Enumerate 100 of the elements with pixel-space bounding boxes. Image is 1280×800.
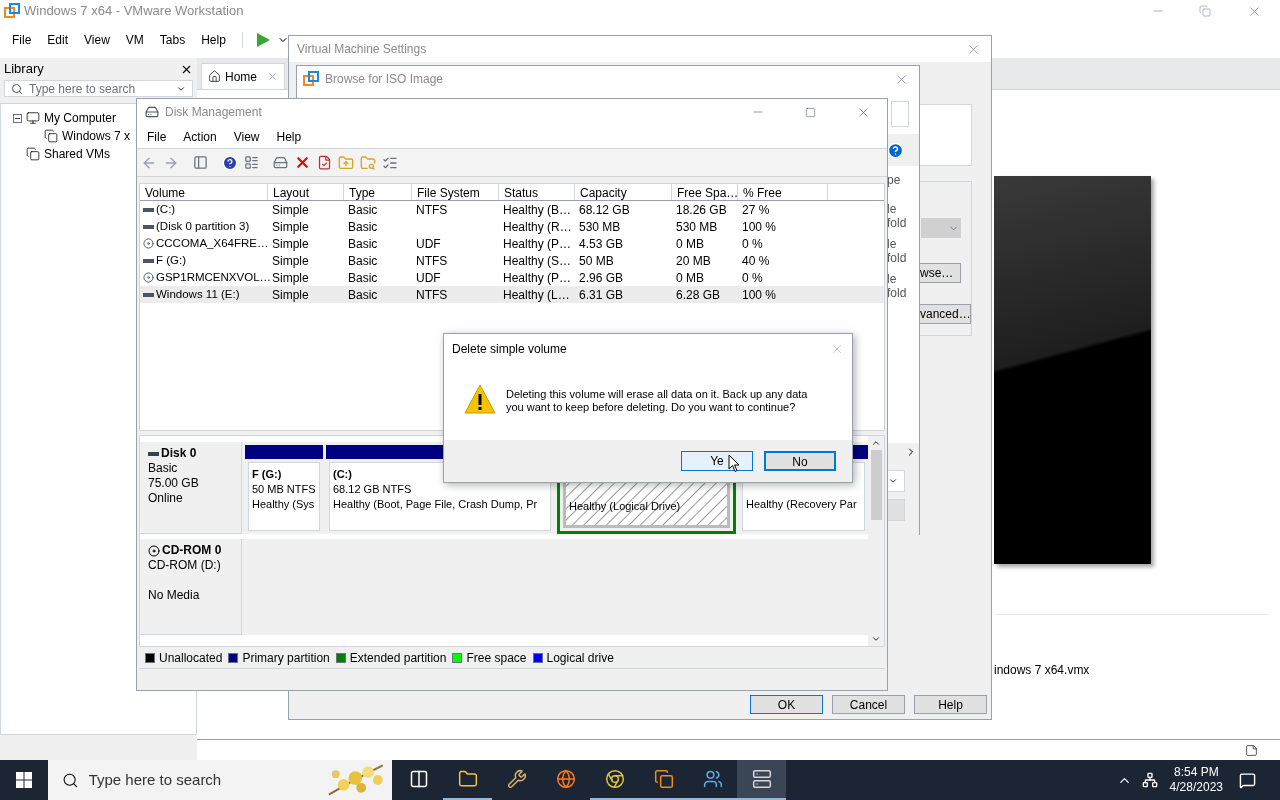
table-cell-text: NTFS bbox=[416, 252, 448, 270]
table-cell-text: NTFS bbox=[416, 201, 448, 219]
partition-info: 50 MB NTFS bbox=[252, 482, 316, 497]
menu-item[interactable]: Edit bbox=[47, 31, 69, 49]
partition-info: Healthy (Logical Drive) bbox=[569, 499, 682, 514]
tree-item[interactable]: Windows 7 x bbox=[62, 127, 131, 145]
menu-item[interactable]: VM bbox=[125, 31, 144, 49]
table-cell-text: 0 % bbox=[742, 269, 763, 287]
table-cell-text: 6.28 GB bbox=[676, 286, 721, 304]
table-cell-text: Healthy (L… bbox=[503, 286, 570, 304]
column-text: le fold bbox=[887, 272, 908, 300]
table-cell-text: (Disk 0 partition 3) bbox=[156, 218, 250, 234]
disk-info: 75.00 GB bbox=[148, 476, 200, 491]
table-cell-text: NTFS bbox=[416, 286, 448, 304]
legend-label: Free space bbox=[466, 649, 527, 667]
disk-name: CD-ROM 0 bbox=[162, 543, 222, 558]
search-input[interactable]: Type here to search bbox=[88, 768, 324, 792]
table-cell-text: UDF bbox=[416, 269, 441, 287]
table-cell-text: CCCOMA_X64FRE… bbox=[156, 235, 269, 251]
disk-label-panel[interactable]: Disk 0 Basic 75.00 GB Online bbox=[140, 442, 242, 534]
dialog-button[interactable]: No bbox=[764, 451, 836, 471]
table-cell-text: 40 % bbox=[742, 252, 770, 270]
tree-item[interactable]: My Computer bbox=[44, 109, 117, 127]
table-cell-text: Windows 11 (E:) bbox=[156, 286, 240, 302]
menu-item[interactable]: File bbox=[12, 31, 32, 49]
dialog-button[interactable]: OK bbox=[750, 695, 823, 714]
window-title: Disk Management bbox=[165, 104, 262, 121]
table-cell-text: Simple bbox=[272, 252, 309, 270]
disk-info: No Media bbox=[148, 588, 201, 603]
column-header[interactable]: Type bbox=[344, 184, 412, 200]
column-text: le fold bbox=[887, 237, 908, 265]
menu-item[interactable]: File bbox=[147, 127, 167, 146]
volume-row[interactable]: Windows 11 (E:) Simple Basic NTFS Healthy (L… 6.31 GB 6.28 GB 100 % bbox=[140, 286, 884, 303]
table-cell-text: Simple bbox=[272, 201, 309, 219]
legend-label: Extended partition bbox=[349, 649, 447, 667]
table-cell-text: Basic bbox=[348, 252, 378, 270]
disk-label-panel[interactable]: CD-ROM 0 CD-ROM (D:) No Media bbox=[140, 539, 242, 635]
table-cell-text: F (G:) bbox=[156, 252, 187, 268]
menu-item[interactable]: Help bbox=[201, 31, 226, 49]
column-header[interactable]: Free Spa… bbox=[672, 184, 738, 200]
table-cell-text: UDF bbox=[416, 235, 441, 253]
table-cell-text: Basic bbox=[348, 201, 378, 219]
table-cell-text: 100 % bbox=[742, 286, 777, 304]
volume-row[interactable]: F (G:) Simple Basic NTFS Healthy (S… 50 MB 20 MB 40 % bbox=[140, 252, 884, 269]
table-cell-text: Basic bbox=[348, 235, 378, 253]
dialog-message: Deleting this volume will erase all data on it. Back up any data you want to keep before deleting. Do you want to continue? bbox=[506, 387, 809, 414]
volume-row[interactable]: (C:) Simple Basic NTFS Healthy (B… 68.12 GB 18.26 GB 27 % bbox=[140, 201, 884, 218]
table-cell-text: Healthy (P… bbox=[503, 235, 572, 253]
volume-row[interactable]: (Disk 0 partition 3) Simple Basic Healthy (R… 530 MB 530 MB 100 % bbox=[140, 218, 884, 235]
browse-button[interactable]: wse… bbox=[919, 263, 961, 283]
menu-item[interactable]: Help bbox=[276, 127, 302, 146]
menu-item[interactable]: View bbox=[233, 127, 260, 146]
column-header[interactable]: Capacity bbox=[575, 184, 672, 200]
table-cell-text: Healthy (B… bbox=[503, 201, 572, 219]
table-cell-text: 0 % bbox=[742, 235, 763, 253]
column-text: pe bbox=[887, 173, 902, 187]
tree-item[interactable]: Shared VMs bbox=[44, 145, 111, 163]
table-cell-text: 18.26 GB bbox=[676, 201, 727, 219]
table-cell-text: 68.12 GB bbox=[579, 201, 630, 219]
partition-info: Healthy (Recovery Par bbox=[746, 497, 858, 512]
dialog-button[interactable]: Help bbox=[914, 695, 987, 714]
column-header[interactable]: File System bbox=[412, 184, 499, 200]
table-cell-text: 20 MB bbox=[676, 252, 711, 270]
advanced-button[interactable]: vanced… bbox=[919, 304, 971, 324]
table-cell-text: Basic bbox=[348, 286, 378, 304]
partition-info: Healthy (Boot, Page File, Crash Dump, Pr bbox=[333, 497, 539, 512]
column-header[interactable]: Layout bbox=[268, 184, 344, 200]
volume-row[interactable]: CCCOMA_X64FRE… Simple Basic UDF Healthy (P… 4.53 GB 0 MB 0 % bbox=[140, 235, 884, 252]
disk-name: Disk 0 bbox=[161, 446, 197, 461]
partition-info: Healthy (Sys bbox=[252, 497, 316, 512]
table-cell-text: 2.96 GB bbox=[579, 269, 624, 287]
menu-item[interactable]: Tabs bbox=[159, 31, 186, 49]
column-header[interactable]: Volume bbox=[140, 184, 268, 200]
table-cell-text: Healthy (R… bbox=[503, 218, 572, 236]
table-cell-text: GSP1RMCENXVOL… bbox=[156, 269, 272, 285]
column-header[interactable]: % Free bbox=[738, 184, 828, 200]
table-cell-text: 6.31 GB bbox=[579, 286, 624, 304]
menu-item[interactable]: Action bbox=[183, 127, 217, 146]
legend-label: Logical drive bbox=[546, 649, 614, 667]
window-title: Virtual Machine Settings bbox=[297, 41, 427, 58]
table-cell-text: Simple bbox=[272, 286, 309, 304]
search-field[interactable]: Type here to search bbox=[4, 80, 193, 97]
column-header[interactable]: Status bbox=[499, 184, 575, 200]
menu-item[interactable]: View bbox=[84, 31, 110, 49]
table-cell-text: (C:) bbox=[156, 201, 176, 217]
clock-date[interactable]: 4/28/2023 bbox=[1169, 780, 1223, 795]
disk-info: Basic bbox=[148, 461, 179, 476]
table-cell-text: 530 MB bbox=[676, 218, 718, 236]
dialog-button[interactable]: Ye bbox=[681, 451, 753, 471]
table-cell-text: Simple bbox=[272, 235, 309, 253]
legend-label: Unallocated bbox=[159, 649, 223, 667]
table-cell-text: Simple bbox=[272, 218, 309, 236]
clock-time[interactable]: 8:54 PM bbox=[1173, 765, 1219, 780]
volume-row[interactable]: GSP1RMCENXVOL…Simple Basic UDF Healthy (P… 2.96 GB 0 MB 0 % bbox=[140, 269, 884, 286]
table-cell-text: Simple bbox=[272, 269, 309, 287]
column-text: le fold bbox=[887, 202, 908, 230]
dialog-button[interactable]: Cancel bbox=[832, 695, 905, 714]
table-cell-text: 0 MB bbox=[676, 269, 704, 287]
window-title: Browse for ISO Image bbox=[325, 71, 444, 88]
tab[interactable]: Home bbox=[201, 63, 285, 89]
